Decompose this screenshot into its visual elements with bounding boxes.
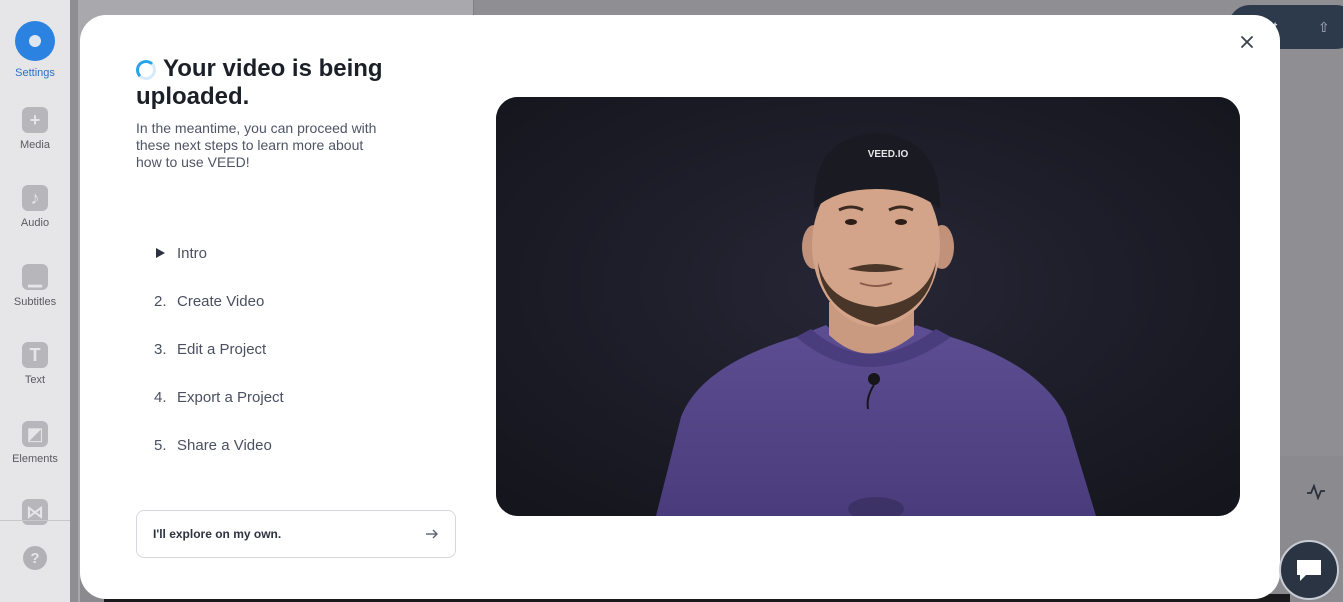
sidebar: Settings + Media ♪ Audio ▁ Subtitles T T…: [0, 0, 70, 602]
arrow-right-icon: [426, 529, 438, 539]
chat-support-button[interactable]: [1279, 540, 1339, 600]
sidebar-item-media[interactable]: + Media: [0, 107, 70, 151]
chat-icon: [1297, 560, 1321, 581]
upload-icon: ⇧: [1318, 19, 1330, 35]
music-note-icon: ♪: [22, 185, 48, 211]
close-button[interactable]: [1237, 32, 1257, 52]
cap-logo-text: VEED.IO: [868, 149, 909, 160]
sidebar-item-label: Settings: [15, 67, 55, 79]
step-number: 3.: [154, 340, 167, 358]
sidebar-item-label: Subtitles: [13, 296, 57, 308]
sidebar-item-elements[interactable]: ◩ Elements: [0, 421, 70, 465]
step-label: Export a Project: [177, 388, 284, 406]
sidebar-item-label: Elements: [12, 453, 58, 465]
intro-video-player[interactable]: VEED.IO: [496, 97, 1240, 516]
sidebar-item-label: Audio: [20, 217, 50, 229]
step-label: Create Video: [177, 292, 265, 310]
subtitles-icon: ▁: [22, 264, 48, 290]
play-icon: [154, 248, 177, 258]
upload-modal: Your video is being uploaded. In the mea…: [80, 15, 1280, 599]
step-edit-project[interactable]: 3. Edit a Project: [154, 339, 266, 359]
step-number: 2.: [154, 292, 167, 310]
settings-icon: [15, 21, 55, 61]
plus-icon: +: [22, 107, 48, 133]
step-number: 4.: [154, 388, 167, 406]
sidebar-item-subtitles[interactable]: ▁ Subtitles: [0, 264, 70, 308]
text-icon: T: [22, 342, 48, 368]
sidebar-item-transitions[interactable]: ⋈: [0, 499, 70, 525]
video-frame: VEED.IO: [496, 97, 1240, 516]
step-label: Edit a Project: [177, 340, 267, 358]
modal-heading: Your video is being uploaded.: [136, 55, 383, 110]
sidebar-item-settings[interactable]: Settings: [0, 21, 70, 79]
step-share-video[interactable]: 5. Share a Video: [154, 435, 272, 455]
step-label: Intro: [177, 244, 208, 262]
explore-own-label: I'll explore on my own.: [153, 527, 282, 541]
waveform-icon[interactable]: [1306, 484, 1326, 500]
step-number: 5.: [154, 436, 167, 454]
step-create-video[interactable]: 2. Create Video: [154, 291, 264, 311]
modal-subtext: In the meantime, you can proceed with th…: [136, 120, 377, 170]
step-label: Share a Video: [177, 436, 272, 454]
sidebar-item-label: Text: [24, 374, 46, 386]
elements-icon: ◩: [22, 421, 48, 447]
sidebar-item-audio[interactable]: ♪ Audio: [0, 185, 70, 229]
sidebar-item-label: Media: [20, 139, 50, 151]
transitions-icon: ⋈: [22, 499, 48, 525]
step-intro[interactable]: Intro: [154, 243, 207, 263]
sidebar-divider: [0, 520, 70, 521]
explore-own-button[interactable]: I'll explore on my own.: [136, 510, 456, 558]
step-export-project[interactable]: 4. Export a Project: [154, 387, 284, 407]
sidebar-item-text[interactable]: T Text: [0, 342, 70, 386]
close-icon: [1241, 36, 1253, 48]
help-icon[interactable]: ?: [23, 546, 47, 570]
